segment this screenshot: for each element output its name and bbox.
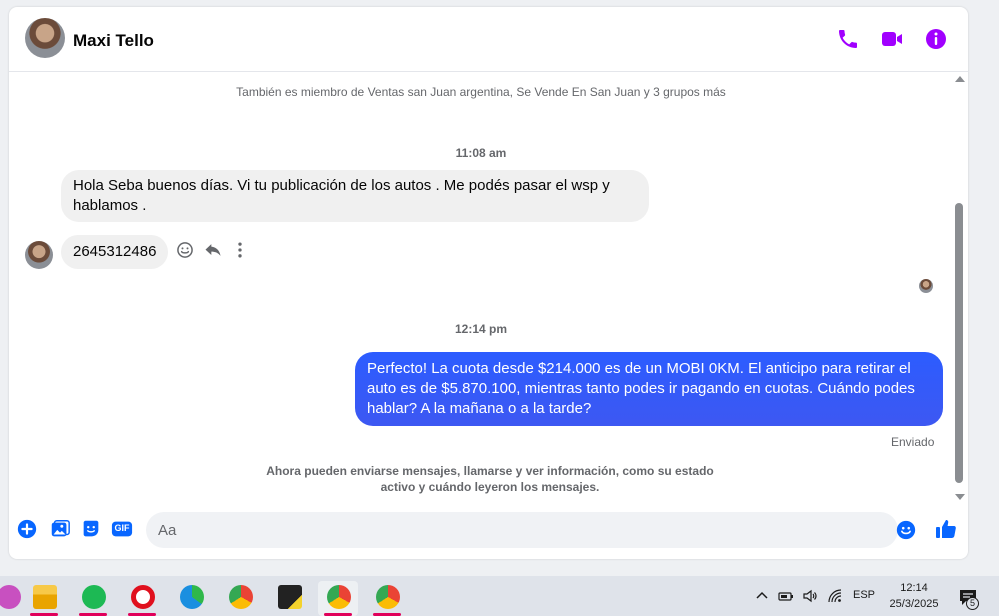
more-options-icon[interactable]: [230, 240, 250, 260]
opera-icon: [131, 585, 155, 609]
privacy-info-line-2: activo y cuándo leyeron los mensajes.: [380, 480, 600, 494]
scroll-thumb[interactable]: [955, 203, 963, 483]
emoji-icon[interactable]: [895, 519, 917, 541]
phone-icon[interactable]: [836, 27, 860, 51]
app-icon: [0, 585, 21, 609]
incoming-message-1[interactable]: Hola Seba buenos días. Vi tu publicación…: [61, 170, 649, 222]
folder-icon: [33, 585, 57, 609]
react-icon[interactable]: [175, 240, 195, 260]
sticker-icon[interactable]: [80, 518, 102, 540]
battery-icon[interactable]: [778, 588, 794, 604]
taskbar-spotify[interactable]: [73, 581, 113, 616]
edge-icon: [180, 585, 204, 609]
taskbar-chrome-1[interactable]: [220, 581, 260, 616]
chrome-icon: [229, 585, 253, 609]
contact-avatar[interactable]: [25, 18, 65, 58]
system-clock[interactable]: 12:14 25/3/2025: [880, 580, 948, 612]
message-scrollbar[interactable]: [952, 72, 968, 504]
taskbar-sticky-notes[interactable]: [269, 581, 309, 616]
gallery-icon[interactable]: [49, 518, 71, 540]
chevron-up-icon[interactable]: [754, 588, 770, 604]
windows-taskbar: ESP 12:14 25/3/2025 5: [0, 576, 999, 616]
privacy-info-line-1: Ahora pueden enviarse mensajes, llamarse…: [266, 464, 714, 478]
taskbar-file-explorer[interactable]: [24, 581, 64, 616]
clock-time: 12:14: [900, 582, 928, 594]
wifi-icon[interactable]: [827, 588, 843, 604]
notification-count-badge: 5: [966, 597, 979, 610]
language-indicator[interactable]: ESP: [853, 589, 875, 616]
chat-window: Maxi Tello También es miembro de Ventas …: [9, 7, 968, 559]
message-input[interactable]: [146, 512, 898, 548]
spotify-icon: [82, 585, 106, 609]
clock-date: 25/3/2025: [889, 598, 939, 610]
notifications-icon[interactable]: 5: [958, 588, 979, 610]
chat-header: Maxi Tello: [9, 7, 968, 72]
gif-label: GIF: [114, 523, 130, 533]
gif-icon[interactable]: GIF: [111, 518, 133, 540]
timestamp-2: 12:14 pm: [454, 322, 508, 336]
info-icon[interactable]: [924, 27, 948, 51]
chrome-icon: [327, 585, 351, 609]
taskbar-chrome-3[interactable]: [367, 581, 407, 616]
taskbar-chrome-2[interactable]: [318, 581, 358, 616]
groups-note: También es miembro de Ventas san Juan ar…: [236, 85, 726, 99]
scroll-up-arrow[interactable]: [955, 76, 965, 82]
sticky-notes-icon: [278, 585, 302, 609]
video-icon[interactable]: [880, 27, 904, 51]
seen-avatar: [919, 279, 933, 293]
reply-icon[interactable]: [203, 240, 223, 260]
plus-icon[interactable]: [16, 518, 38, 540]
taskbar-opera[interactable]: [122, 581, 162, 616]
incoming-message-2[interactable]: 2645312486: [61, 235, 169, 269]
like-icon[interactable]: [934, 517, 958, 541]
composer: GIF: [9, 504, 968, 559]
message-status: Enviado: [891, 435, 935, 449]
scroll-down-arrow[interactable]: [955, 494, 965, 500]
chrome-icon: [376, 585, 400, 609]
volume-icon[interactable]: [802, 588, 818, 604]
message-list[interactable]: También es miembro de Ventas san Juan ar…: [9, 72, 968, 504]
sender-avatar[interactable]: [25, 241, 53, 269]
taskbar-edge[interactable]: [171, 581, 211, 616]
contact-name[interactable]: Maxi Tello: [73, 31, 154, 51]
timestamp-1: 11:08 am: [455, 146, 507, 160]
outgoing-message-1[interactable]: Perfecto! La cuota desde $214.000 es de …: [355, 352, 943, 426]
